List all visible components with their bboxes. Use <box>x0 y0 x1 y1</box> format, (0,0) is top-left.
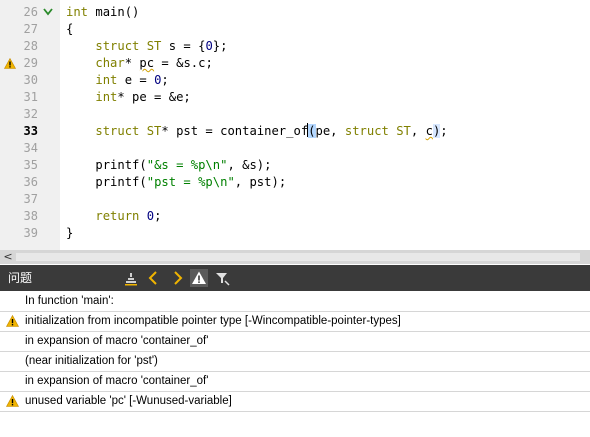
fold-chevron-icon[interactable] <box>43 8 53 16</box>
warning-icon <box>6 315 19 327</box>
scrollbar-thumb[interactable] <box>16 253 580 261</box>
line-number: 32 <box>23 107 38 121</box>
code-line[interactable]: 34 <box>0 140 590 157</box>
line-number: 28 <box>23 39 38 53</box>
line-number: 34 <box>23 141 38 155</box>
line-number: 38 <box>23 209 38 223</box>
code-line[interactable]: 36 printf("pst = %p\n", pst); <box>0 174 590 191</box>
filter-icon[interactable] <box>213 269 231 287</box>
code-line[interactable]: 32 <box>0 106 590 123</box>
code-line[interactable]: 30 int e = 0; <box>0 72 590 89</box>
code-line[interactable]: 26 int main() <box>0 4 590 21</box>
line-number: 31 <box>23 90 38 104</box>
issue-text: in expansion of macro 'container_of' <box>25 375 209 387</box>
issue-text: In function 'main': <box>25 295 114 307</box>
line-number: 30 <box>23 73 38 87</box>
code-editor[interactable]: 26 int main() 27 { 28 struct ST s = {0};… <box>0 0 590 250</box>
code-line[interactable]: 37 <box>0 191 590 208</box>
code-line-current[interactable]: 33 struct ST* pst = container_of(pe, str… <box>0 123 590 140</box>
code-line[interactable]: 31 int* pe = &e; <box>0 89 590 106</box>
issue-row[interactable]: in expansion of macro 'container_of' <box>0 371 590 392</box>
code-line[interactable]: 39 } <box>0 225 590 242</box>
issue-text: unused variable 'pc' [-Wunused-variable] <box>25 395 232 407</box>
code-text: return 0; <box>95 209 162 223</box>
issue-row[interactable]: (near initialization for 'pst') <box>0 351 590 372</box>
code-text: } <box>66 226 74 240</box>
line-number: 36 <box>23 175 38 189</box>
issue-row[interactable]: In function 'main': <box>0 291 590 312</box>
line-number: 37 <box>23 192 38 206</box>
code-line[interactable]: 27 { <box>0 21 590 38</box>
code-text: printf("&s = %p\n", &s); <box>95 158 272 172</box>
issue-text: initialization from incompatible pointer… <box>25 315 401 327</box>
chevron-left-icon[interactable] <box>145 269 163 287</box>
issue-row[interactable]: unused variable 'pc' [-Wunused-variable] <box>0 391 590 412</box>
code-text: printf("pst = %p\n", pst); <box>95 175 287 189</box>
issues-panel-title: 问题 <box>8 271 33 285</box>
code-text: int main() <box>66 5 140 19</box>
issue-text: (near initialization for 'pst') <box>25 355 158 367</box>
issue-text: in expansion of macro 'container_of' <box>25 335 209 347</box>
line-number: 33 <box>23 124 38 138</box>
clean-icon[interactable] <box>122 269 140 287</box>
line-number: 26 <box>23 5 38 19</box>
horizontal-scrollbar[interactable]: < <box>0 250 590 264</box>
warning-filter-icon[interactable] <box>190 269 208 287</box>
code-text: int* pe = &e; <box>95 90 191 104</box>
scroll-left-arrow-icon[interactable]: < <box>2 250 14 264</box>
code-text: struct ST* pst = container_of(pe, struct… <box>95 123 448 138</box>
code-line[interactable]: 29 char* pc = &s.c; <box>0 55 590 72</box>
code-text: int e = 0; <box>95 73 169 87</box>
chevron-right-icon[interactable] <box>168 269 186 287</box>
issues-panel-header: 问题 <box>0 265 590 291</box>
issue-row[interactable]: in expansion of macro 'container_of' <box>0 331 590 352</box>
line-number: 35 <box>23 158 38 172</box>
code-text: struct ST s = {0}; <box>95 39 228 53</box>
line-number: 29 <box>23 56 38 70</box>
issue-row[interactable]: initialization from incompatible pointer… <box>0 311 590 332</box>
code-text: { <box>66 22 74 36</box>
code-text: char* pc = &s.c; <box>95 56 213 70</box>
line-number: 27 <box>23 22 38 36</box>
warning-icon <box>6 395 19 407</box>
code-line[interactable]: 38 return 0; <box>0 208 590 225</box>
issues-list[interactable]: In function 'main': initialization from … <box>0 291 590 437</box>
code-line[interactable]: 28 struct ST s = {0}; <box>0 38 590 55</box>
line-number: 39 <box>23 226 38 240</box>
code-line[interactable]: 35 printf("&s = %p\n", &s); <box>0 157 590 174</box>
